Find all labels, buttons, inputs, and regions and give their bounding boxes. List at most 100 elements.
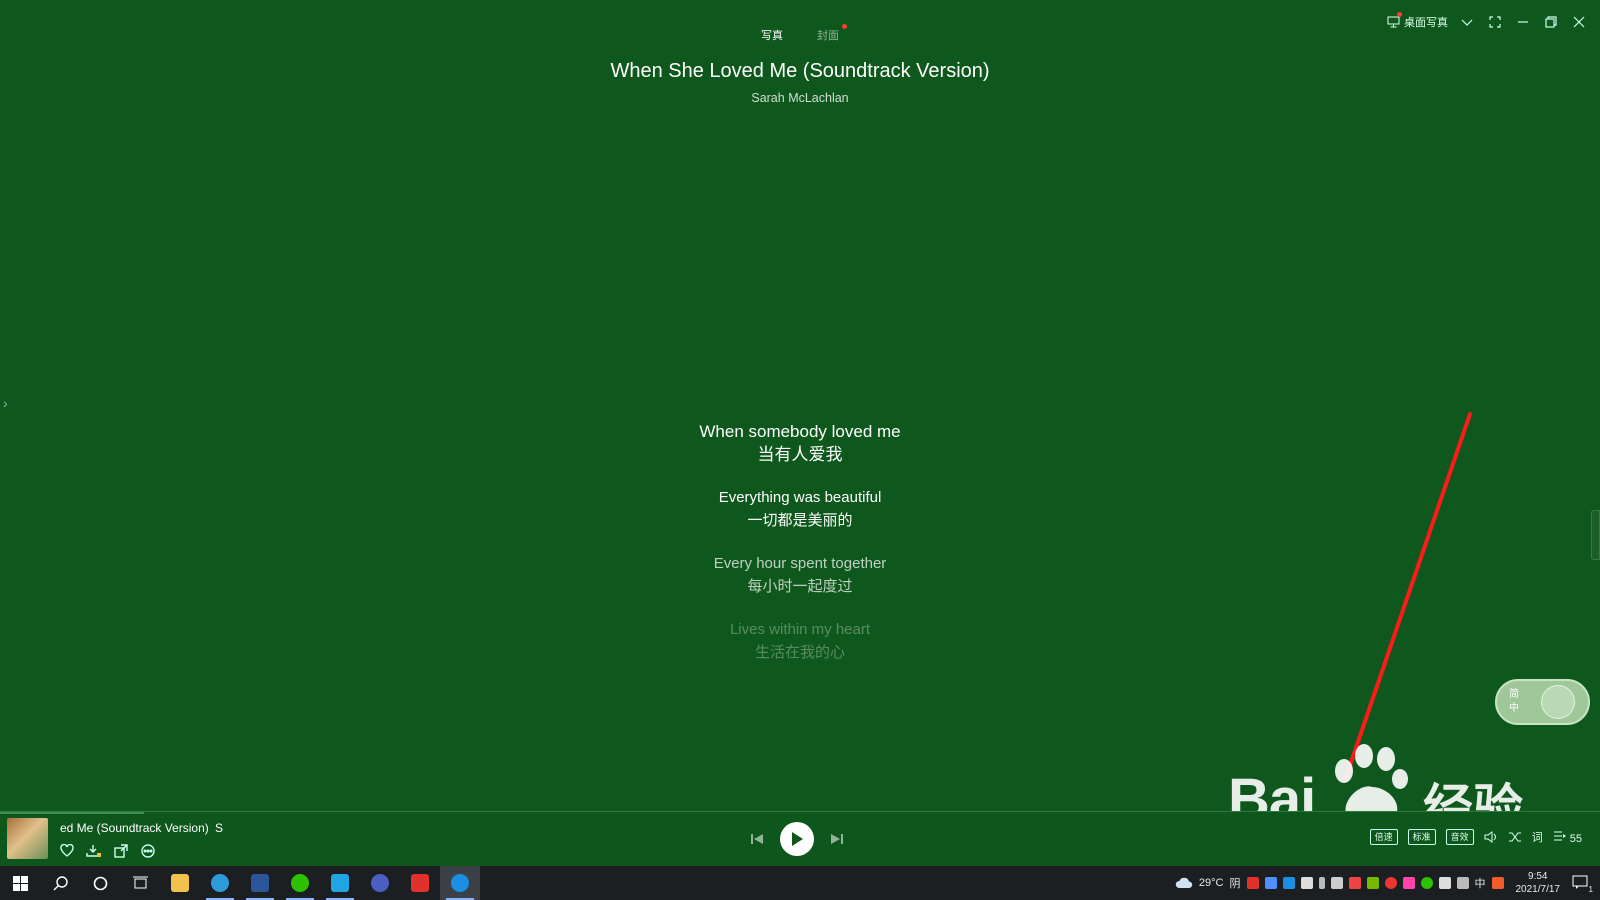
side-panel-handle[interactable]	[1591, 510, 1600, 560]
task-view-button[interactable]	[120, 866, 160, 900]
track-actions	[58, 842, 156, 859]
view-tabs: 写真 封面	[0, 24, 1600, 45]
wechat-tray-icon[interactable]	[1420, 877, 1433, 889]
volume-icon[interactable]	[1438, 877, 1451, 889]
clock-date: 2021/7/17	[1515, 884, 1561, 895]
weather-temperature[interactable]: 29°C	[1199, 877, 1224, 889]
ime-line-2: 中	[1509, 703, 1519, 714]
now-playing-artist[interactable]: S	[215, 821, 223, 835]
wechat-icon	[291, 874, 309, 892]
lyric-line-current: When somebody loved me 当有人爱我	[0, 420, 1600, 466]
taskbar-app-kugou[interactable]	[440, 866, 480, 900]
nvidia-icon[interactable]	[1366, 877, 1379, 889]
collapse-button[interactable]	[1458, 13, 1476, 31]
notification-dot	[1397, 12, 1402, 17]
lyric-original: Every hour spent together	[713, 555, 887, 572]
network-icon[interactable]	[1456, 877, 1469, 889]
start-button[interactable]	[0, 866, 40, 900]
ime-mode-text: 简 中	[1509, 688, 1519, 716]
record-icon[interactable]	[1384, 877, 1397, 889]
wps-icon	[411, 874, 429, 892]
shuffle-icon[interactable]	[1508, 831, 1522, 843]
notification-icon	[1572, 875, 1588, 889]
search-button[interactable]	[40, 866, 80, 900]
restore-button[interactable]	[1542, 13, 1560, 31]
close-button[interactable]	[1570, 13, 1588, 31]
input-method-indicator[interactable]: 中	[1475, 875, 1486, 891]
taskbar: 29°C 阴 中 9:54 2021/7/17 1	[0, 866, 1600, 900]
window-controls: 桌面写真	[1387, 12, 1588, 31]
download-button[interactable]	[85, 842, 102, 859]
cloud-icon[interactable]	[1175, 877, 1193, 889]
notification-center-button[interactable]: 1	[1572, 875, 1593, 894]
word-icon	[251, 874, 269, 892]
windows-icon	[12, 875, 28, 891]
taskbar-app-game[interactable]	[360, 866, 400, 900]
kugou-tray-icon[interactable]	[1282, 877, 1295, 889]
playback-progress[interactable]	[0, 812, 144, 814]
notification-count: 1	[1588, 885, 1593, 894]
wps-tray-icon[interactable]	[1246, 877, 1259, 889]
lyric-line: Lives within my heart 生活在我的心	[0, 618, 1600, 664]
speed-button[interactable]: 倍速	[1369, 829, 1398, 845]
tab-photo[interactable]: 写真	[759, 25, 785, 45]
previous-track-icon[interactable]	[750, 832, 764, 846]
minimize-button[interactable]	[1514, 13, 1532, 31]
taskbar-app-edge[interactable]	[200, 866, 240, 900]
taskbar-app-screenshot[interactable]	[320, 866, 360, 900]
kugou-icon	[451, 874, 469, 892]
taskbar-app-wechat[interactable]	[280, 866, 320, 900]
lyric-translation: 每小时一起度过	[747, 578, 853, 595]
player-bar: ed Me (Soundtrack Version) S 倍速 标准 音效 词 …	[0, 811, 1600, 866]
microphone-icon[interactable]	[1318, 877, 1325, 889]
share-button[interactable]	[112, 842, 129, 859]
monitor-icon	[1387, 16, 1400, 28]
taskbar-app-word[interactable]	[240, 866, 280, 900]
play-button[interactable]	[780, 822, 814, 856]
chevron-down-icon	[1461, 19, 1473, 26]
lyric-translation: 生活在我的心	[754, 644, 845, 661]
task-view-icon	[132, 876, 148, 888]
shield-icon[interactable]	[1264, 877, 1277, 889]
playlist-icon	[1553, 831, 1566, 840]
display-icon[interactable]	[1330, 877, 1343, 889]
clock[interactable]: 9:54 2021/7/17	[1516, 870, 1561, 896]
edge-icon	[211, 874, 229, 892]
like-button[interactable]	[58, 842, 75, 859]
tab-cover-label: 封面	[817, 30, 839, 42]
app-icon	[331, 874, 349, 892]
weather-description[interactable]: 阴	[1230, 875, 1241, 891]
lyric-translation: 当有人爱我	[757, 445, 843, 464]
ime-floating-widget[interactable]: 简 中	[1495, 679, 1590, 725]
more-button[interactable]	[139, 842, 156, 859]
ime-line-1: 简	[1509, 689, 1519, 700]
more-icon	[140, 843, 155, 858]
lyrics-toggle-button[interactable]: 词	[1532, 829, 1543, 845]
song-title: When She Loved Me (Soundtrack Version)	[610, 60, 990, 82]
fullscreen-icon	[1489, 16, 1501, 28]
share-icon	[113, 843, 128, 858]
fullscreen-button[interactable]	[1486, 13, 1504, 31]
sogou-icon[interactable]	[1491, 877, 1504, 889]
desktop-photo-label: 桌面写真	[1404, 17, 1448, 29]
taskbar-app-wps[interactable]	[400, 866, 440, 900]
now-playing-title[interactable]: ed Me (Soundtrack Version)	[60, 821, 209, 835]
tab-cover[interactable]: 封面	[815, 24, 847, 45]
desktop-photo-button[interactable]: 桌面写真	[1387, 12, 1448, 30]
app-tray-icon[interactable]	[1300, 877, 1313, 889]
volume-icon[interactable]	[1484, 831, 1498, 843]
playlist-button[interactable]: 55	[1553, 830, 1582, 845]
quality-button[interactable]: 标准	[1407, 829, 1436, 845]
lyric-translation: 一切都是美丽的	[747, 512, 853, 529]
song-artist[interactable]: Sarah McLachlan	[0, 91, 1600, 105]
taskbar-app-file-explorer[interactable]	[160, 866, 200, 900]
expand-sidebar-chevron-icon[interactable]: ›	[3, 395, 8, 411]
app-tray-icon[interactable]	[1402, 877, 1415, 889]
album-art[interactable]	[7, 818, 48, 859]
lyric-line: Every hour spent together 每小时一起度过	[0, 552, 1600, 598]
heart-icon	[59, 844, 74, 857]
cortana-button[interactable]	[80, 866, 120, 900]
sound-effects-button[interactable]: 音效	[1445, 829, 1474, 845]
next-track-icon[interactable]	[830, 832, 844, 846]
app-tray-icon[interactable]	[1348, 877, 1361, 889]
